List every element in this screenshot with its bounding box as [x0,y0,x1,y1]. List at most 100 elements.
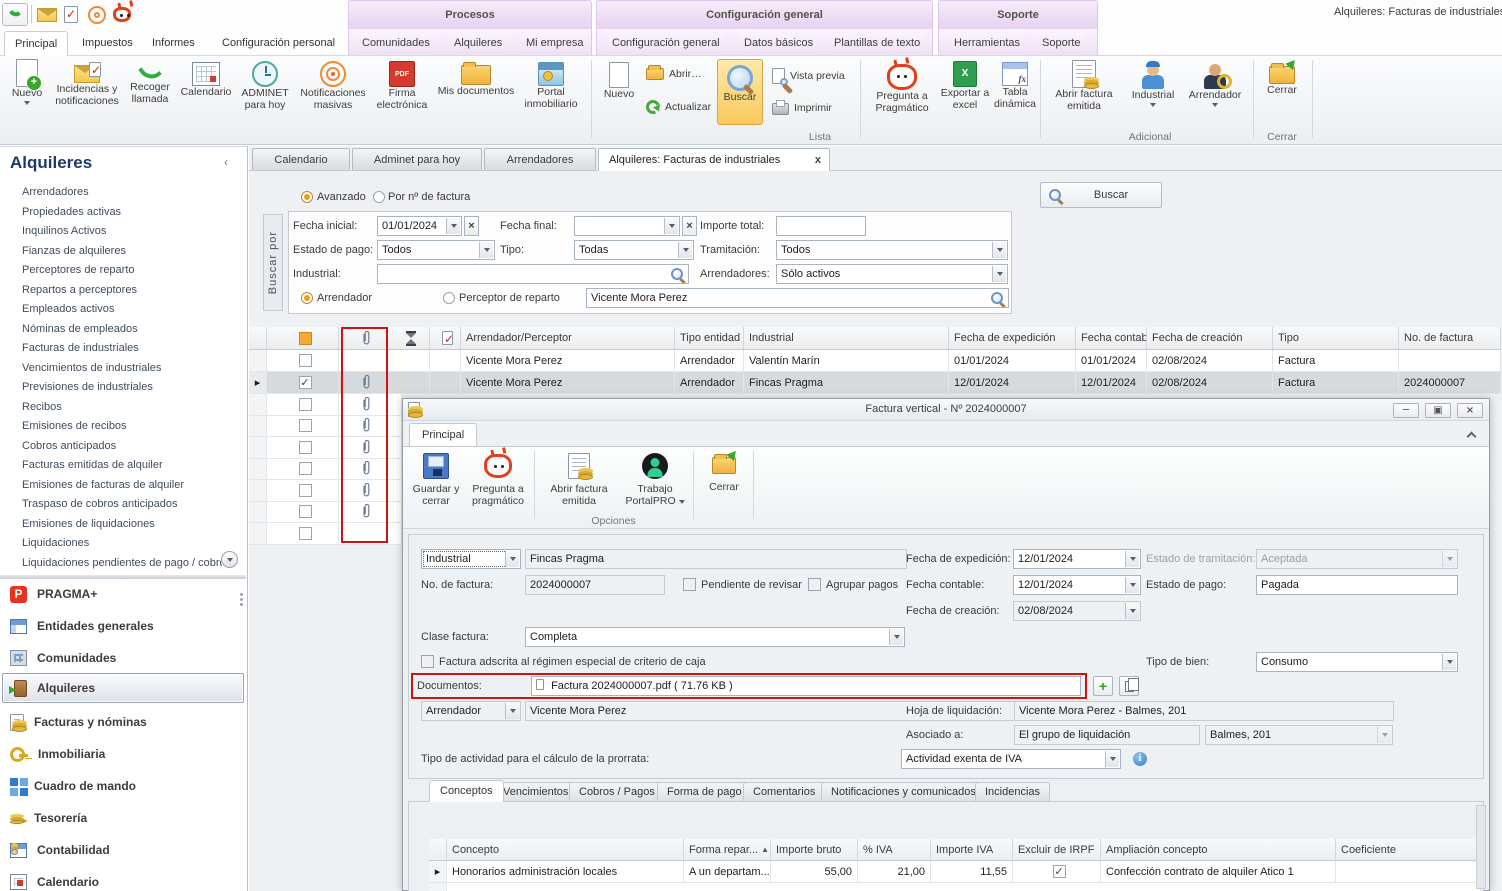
fecha-inicial-input[interactable]: 01/01/2024 [377,216,462,236]
nav-inmobiliaria[interactable]: Inmobiliaria [2,739,244,769]
sidebar-item-emisiones-liquidaciones[interactable]: Emisiones de liquidaciones [0,515,246,535]
row-checkbox[interactable] [299,505,312,518]
estado-pago-select[interactable]: Todos [377,240,495,260]
nav-cuadro-mando[interactable]: Cuadro de mando [2,771,244,801]
agrupar-pagos-checkbox[interactable] [808,578,821,591]
sidebar-item-previsiones[interactable]: Previsiones de industriales [0,378,246,398]
copy-document-button[interactable] [1119,676,1139,696]
ribbon-tab-informes[interactable]: Informes [142,31,205,56]
sidebar-item-liquidaciones[interactable]: Liquidaciones [0,534,246,554]
column-header[interactable]: Arrendador/Perceptor [461,327,675,350]
fecha-creacion-input[interactable]: 02/08/2024 [1013,601,1141,621]
arrendadores-select[interactable]: Sólo activos [776,264,1008,284]
table-row-selected[interactable]: ▸ Vicente Mora Perez Arrendador Fincas P… [249,372,1501,394]
ribbon-tab-datos-basicos[interactable]: Datos básicos [740,33,817,53]
industrial-input[interactable] [377,264,689,284]
cerrar-button[interactable]: Cerrar [1258,59,1306,96]
collapse-ribbon-icon[interactable] [1467,432,1477,442]
row-checkbox[interactable] [299,398,312,411]
asociado-ref-select[interactable]: Balmes, 201 [1205,725,1393,745]
radio-arrendador[interactable] [301,292,313,304]
dialog-scrollbar[interactable] [1476,805,1486,889]
incidencias-button[interactable]: Incidencias y notificaciones [52,59,122,107]
column-header[interactable]: Excluir de IRPF [1013,839,1101,861]
chevron-down-icon[interactable] [505,551,519,567]
cerrar-dialog-button[interactable]: Cerrar [699,451,749,493]
excluir-irpf-checkbox[interactable] [1053,865,1066,878]
nav-facturas-nominas[interactable]: Facturas y nóminas [2,707,244,737]
trabajo-portalpro-button[interactable]: Trabajo PortalPRO [619,451,691,507]
guardar-cerrar-button[interactable]: Guardar y cerrar [411,451,461,507]
attachment-cell[interactable] [339,459,388,481]
chevron-down-icon[interactable] [1442,654,1456,670]
abrir-button[interactable]: Abrir… [646,68,702,80]
pregunta-pragmatico-button[interactable]: Pregunta a Pragmático [866,59,938,114]
nav-entidades-generales[interactable]: Entidades generales [2,611,244,641]
concepts-row[interactable]: ▸ Honorarios administración locales A un… [429,861,1481,883]
chevron-down-icon[interactable] [1125,603,1139,619]
check-column-header[interactable] [430,327,461,350]
fecha-final-input[interactable] [574,216,680,236]
add-document-button[interactable]: + [1093,676,1113,696]
row-checkbox[interactable] [299,354,312,367]
ribbon-tab-herramientas[interactable]: Herramientas [950,33,1024,53]
buscar-ribbon-button[interactable]: Buscar [717,59,763,125]
sidebar-item-cobros-anticipados[interactable]: Cobros anticipados [0,437,246,457]
ribbon-tab-principal[interactable]: Principal [4,31,68,56]
mail-icon[interactable] [37,8,57,22]
sidebar-item-facturas-emitidas[interactable]: Facturas emitidas de alquiler [0,456,246,476]
tipo-select[interactable]: Todas [574,240,694,260]
chevron-down-icon[interactable] [1125,551,1139,567]
select-all-checkbox[interactable] [299,332,312,345]
tramitacion-select[interactable]: Todos [776,240,1008,260]
ribbon-tab-plantillas[interactable]: Plantillas de texto [830,33,924,53]
tabla-dinamica-button[interactable]: fx Tabla dinámica [992,59,1038,110]
tab-calendario[interactable]: Calendario [252,148,350,171]
dialog-tab-principal[interactable]: Principal [409,423,477,447]
column-header[interactable]: % IVA [858,839,931,861]
tipo-entidad-select[interactable]: Industrial [421,549,521,569]
tab-comentarios[interactable]: Comentarios [743,782,825,802]
cell-excluir-irpf[interactable] [1013,861,1101,883]
nuevo-lista-button[interactable]: Nuevo [598,59,640,100]
sidebar-item-fianzas[interactable]: Fianzas de alquileres [0,242,246,262]
column-header[interactable]: Concepto [447,839,684,861]
arrendador-button[interactable]: Arrendador [1184,59,1246,107]
arrendador-tipo-select[interactable]: Arrendador [421,701,521,721]
tipo-bien-select[interactable]: Consumo [1256,652,1458,672]
attachment-cell[interactable] [339,480,388,502]
info-icon[interactable]: i [1133,752,1147,766]
search-icon[interactable] [671,268,683,280]
sidebar-item-arrendadores[interactable]: Arrendadores [0,183,246,203]
column-header[interactable]: Importe bruto [771,839,858,861]
sidebar-item-emisiones-facturas[interactable]: Emisiones de facturas de alquiler [0,476,246,496]
nuevo-button[interactable]: Nuevo [4,59,50,105]
tab-vencimientos[interactable]: Vencimientos [493,782,578,802]
chevron-down-icon[interactable] [446,218,460,234]
quick-access-phone-button[interactable] [2,3,28,26]
column-header[interactable]: Fecha contable [1076,327,1147,350]
firma-electronica-button[interactable]: PDF Firma electrónica [372,59,432,111]
column-header[interactable]: Coeficiente [1336,839,1481,861]
row-checkbox[interactable] [299,441,312,454]
chevron-down-icon[interactable] [1125,577,1139,593]
industrial-button[interactable]: Industrial [1126,59,1180,107]
close-button[interactable]: × [1457,403,1483,418]
chevron-down-icon[interactable] [479,242,493,258]
ribbon-tab-configuracion-personal[interactable]: Configuración personal [212,31,345,56]
row-checkbox[interactable] [299,527,312,540]
entity-search-input[interactable]: Vicente Mora Perez [586,288,1009,308]
recoger-llamada-button[interactable]: Recoger llamada [124,59,176,105]
sidebar-item-traspaso-cobros[interactable]: Traspaso de cobros anticipados [0,495,246,515]
sidebar-item-propiedades-activas[interactable]: Propiedades activas [0,203,246,223]
attachment-cell[interactable] [339,437,388,459]
tab-facturas-industriales-active[interactable]: Alquileres: Facturas de industriales x [598,148,830,171]
minimize-button[interactable]: ─ [1393,403,1419,418]
fecha-expedicion-input[interactable]: 12/01/2024 [1013,549,1141,569]
prorrata-select[interactable]: Actividad exenta de IVA [901,749,1121,769]
sidebar-item-inquilinos-activos[interactable]: Inquilinos Activos [0,222,246,242]
table-row[interactable]: Vicente Mora Perez Arrendador Valentín M… [249,350,1501,372]
chevron-down-icon[interactable] [1105,751,1119,767]
vista-previa-button[interactable]: Vista previa [772,68,845,84]
pending-column-header[interactable] [388,327,430,350]
